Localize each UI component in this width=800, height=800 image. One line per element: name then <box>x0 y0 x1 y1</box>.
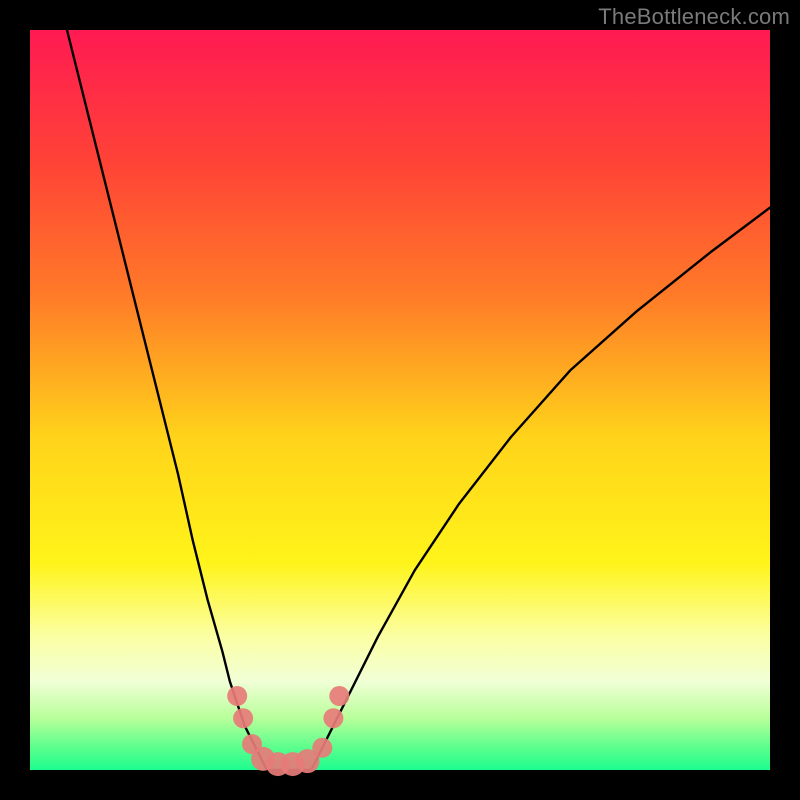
chart-overlay <box>30 30 770 770</box>
series-group <box>67 30 770 770</box>
valley-marker <box>329 686 349 706</box>
valley-marker <box>312 738 332 758</box>
valley-marker <box>233 708 253 728</box>
watermark-text: TheBottleneck.com <box>598 4 790 30</box>
valley-marker <box>227 686 247 706</box>
series-curve-left <box>67 30 267 770</box>
chart-frame: TheBottleneck.com <box>0 0 800 800</box>
series-curve-right <box>311 208 770 770</box>
valley-marker <box>323 708 343 728</box>
